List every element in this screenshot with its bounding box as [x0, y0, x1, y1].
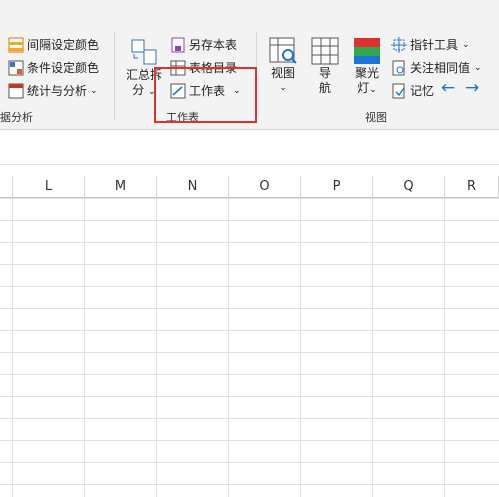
view-button[interactable]: 视图 ⌄: [264, 36, 302, 96]
view-magnifier-icon: [269, 37, 297, 64]
column-header-q[interactable]: Q: [373, 176, 445, 198]
summary-split-icon: [131, 39, 157, 65]
focus-same-value-button[interactable]: 关注相同值 ⌄: [391, 59, 482, 76]
interval-color-button[interactable]: 间隔设定颜色: [8, 36, 99, 53]
left-group-label: 据分析: [0, 111, 33, 124]
column-header-l[interactable]: L: [13, 176, 85, 198]
chevron-down-icon: ⌄: [279, 83, 287, 93]
column-header-o[interactable]: O: [229, 176, 301, 198]
chevron-down-icon: ⌄: [462, 39, 470, 50]
table-color-icon: [8, 37, 24, 52]
save-as-book-button[interactable]: 另存本表: [170, 36, 237, 53]
conditional-color-button[interactable]: 条件设定颜色: [8, 59, 99, 76]
ribbon: 间隔设定颜色 条件设定颜色 统计与分析 ⌄ 据分析 汇总拆 分 ⌄ 另存本表 表…: [0, 0, 499, 130]
column-header-partial[interactable]: [0, 176, 13, 198]
crosshair-icon: [391, 36, 407, 53]
spotlight-icon: [354, 38, 380, 64]
cell-grid[interactable]: [0, 198, 499, 497]
memory-button[interactable]: 记忆: [391, 82, 434, 99]
memory-icon: [392, 83, 405, 98]
stats-table-icon: [8, 83, 24, 98]
formula-bar[interactable]: [0, 130, 499, 165]
column-header-r[interactable]: R: [445, 176, 499, 198]
forward-arrow-icon[interactable]: →: [465, 78, 479, 98]
column-header-n[interactable]: N: [157, 176, 229, 198]
group-separator: [114, 32, 115, 120]
chevron-down-icon: ⌄: [90, 85, 98, 96]
highlight-box: [154, 67, 257, 123]
chevron-down-icon: ⌄: [369, 85, 377, 95]
focus-document-icon: [392, 60, 405, 75]
spotlight-button[interactable]: 聚光 灯⌄: [348, 36, 386, 98]
save-book-icon: [171, 37, 185, 52]
column-header-p[interactable]: P: [301, 176, 373, 198]
navigation-grid-icon: [311, 37, 339, 65]
stats-analysis-button[interactable]: 统计与分析 ⌄: [8, 82, 98, 99]
view-group-label: 视图: [365, 111, 387, 124]
grid-color-icon: [8, 60, 24, 75]
chevron-down-icon: ⌄: [474, 62, 482, 73]
back-arrow-icon[interactable]: ←: [441, 78, 455, 98]
pointer-tool-button[interactable]: 指针工具 ⌄: [391, 36, 470, 53]
navigate-button[interactable]: 导 航: [308, 36, 342, 96]
column-header-m[interactable]: M: [85, 176, 157, 198]
